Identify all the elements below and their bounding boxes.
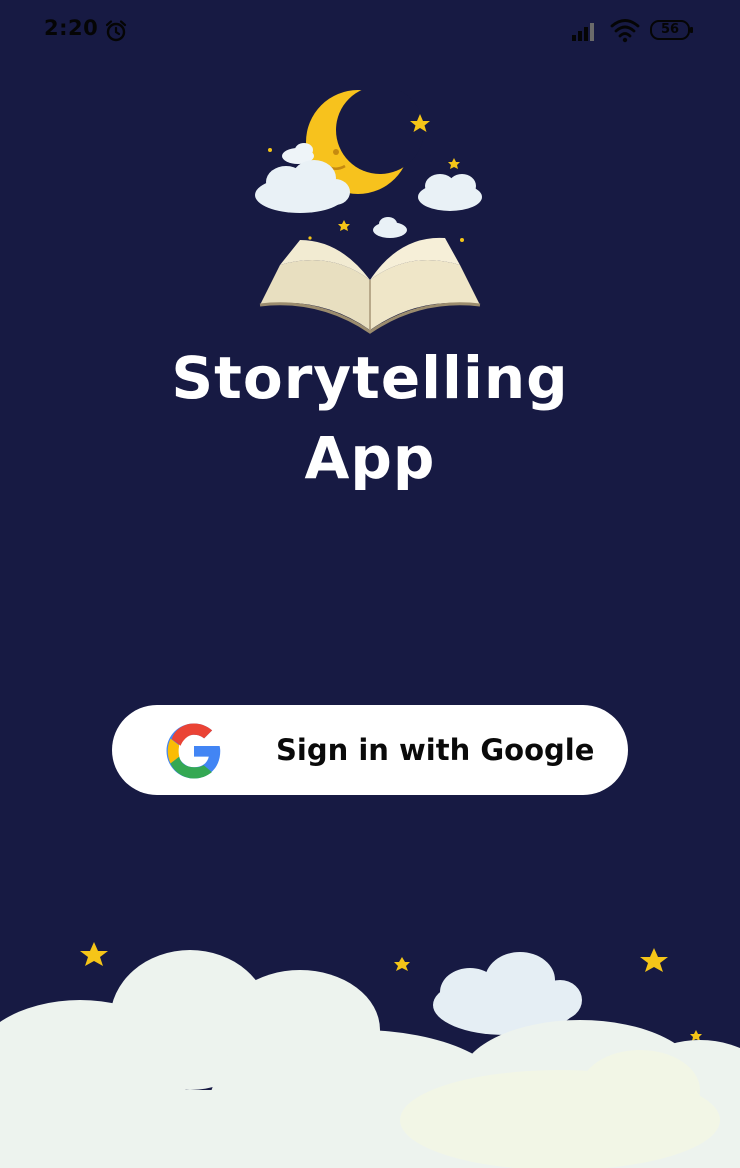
star-icon xyxy=(690,1030,702,1041)
wifi-icon xyxy=(610,19,640,43)
login-screen: 2:20 56 Storytelling App Sign in with Go… xyxy=(0,0,740,1168)
status-bar: 2:20 56 xyxy=(0,0,740,62)
star-icon xyxy=(640,948,668,972)
bottom-clouds xyxy=(0,942,740,1168)
moon-book-logo xyxy=(255,90,482,334)
star-icon xyxy=(448,158,460,169)
battery-icon: 56 xyxy=(650,20,694,40)
book-icon xyxy=(259,237,481,334)
google-icon xyxy=(166,723,221,779)
google-sign-in-label: Sign in with Google xyxy=(276,733,595,767)
app-title: Storytelling App xyxy=(0,338,740,498)
star-icon xyxy=(338,220,350,231)
battery-level: 56 xyxy=(660,22,680,37)
star-icon xyxy=(80,942,108,966)
google-sign-in-button[interactable]: Sign in with Google xyxy=(112,705,628,795)
cloud-icon xyxy=(373,217,407,238)
status-time: 2:20 xyxy=(44,16,99,40)
alarm-clock-icon xyxy=(105,20,127,42)
app-title-line2: App xyxy=(304,424,436,492)
star-icon xyxy=(394,957,410,971)
signal-icon xyxy=(572,23,594,41)
app-title-line1: Storytelling xyxy=(171,344,569,412)
cloud-icon xyxy=(418,174,482,211)
